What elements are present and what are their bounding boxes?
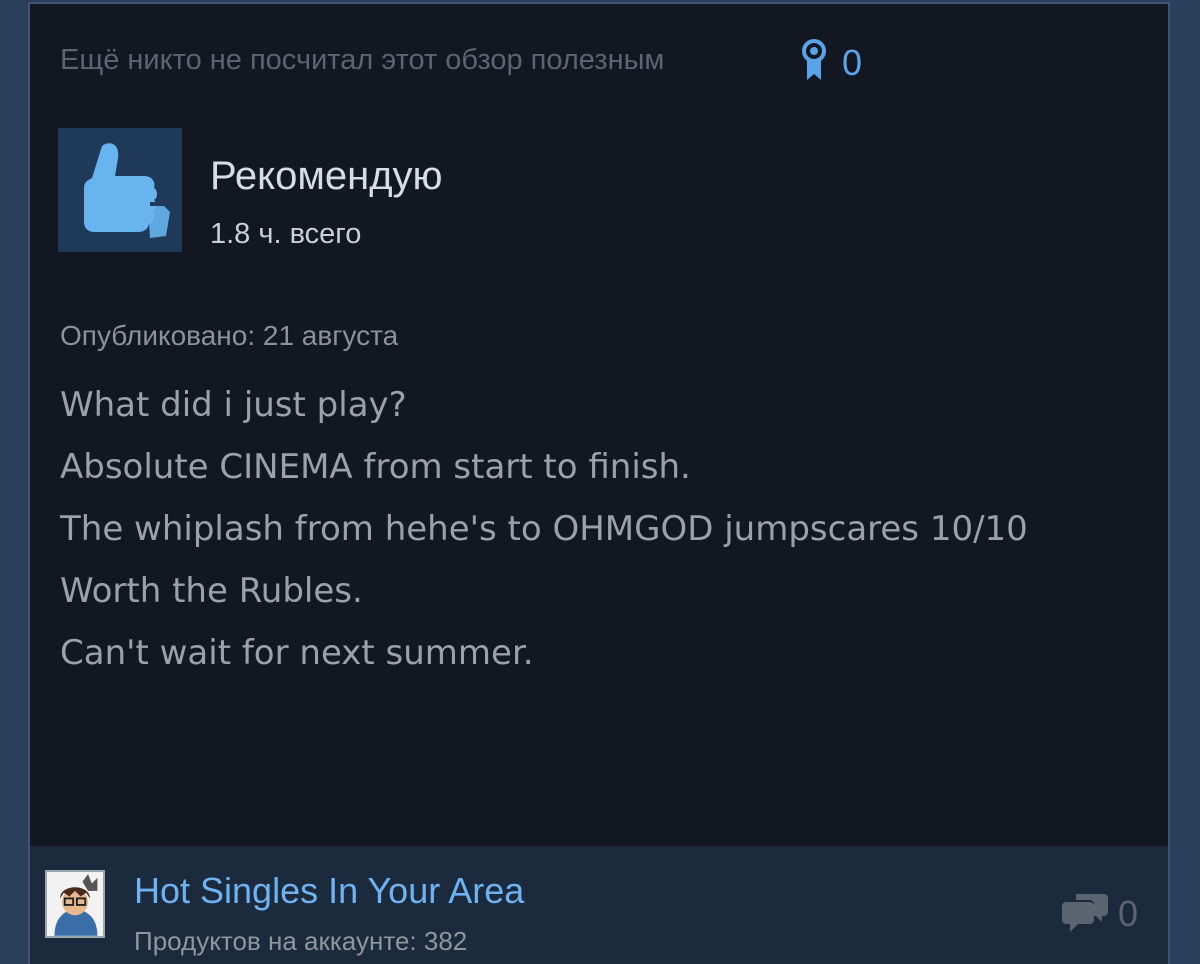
review-line: Can't wait for next summer.: [60, 633, 534, 673]
comment-count: 0: [1118, 892, 1139, 934]
recommendation-verdict: Рекомендую: [210, 154, 443, 198]
author-products-count: Продуктов на аккаунте: 382: [134, 926, 468, 956]
review-line: What did i just play?: [60, 385, 407, 425]
playtime-hours: 1.8 ч. всего: [210, 218, 362, 250]
award-ribbon-icon: [800, 38, 828, 87]
review-line: Absolute CINEMA from start to finish.: [60, 447, 691, 487]
helpful-status: Ещё никто не посчитал этот обзор полезны…: [60, 44, 665, 76]
avatar[interactable]: [45, 870, 105, 938]
author-footer: Hot Singles In Your Area Продуктов на ак…: [28, 846, 1170, 964]
comments-button[interactable]: 0: [1062, 890, 1138, 937]
review-line: The whiplash from hehe's to OHMGOD jumps…: [60, 509, 1028, 549]
review-line: Worth the Rubles.: [60, 571, 363, 611]
comment-bubbles-icon: [1062, 890, 1108, 937]
award-button[interactable]: 0: [800, 38, 862, 87]
review-card: Ещё никто не посчитал этот обзор полезны…: [28, 2, 1170, 964]
thumbs-up-icon: [58, 143, 182, 256]
posted-date: Опубликовано: 21 августа: [60, 320, 399, 351]
award-count: 0: [842, 41, 863, 83]
review-text: What did i just play? Absolute CINEMA fr…: [60, 374, 1028, 684]
recommend-badge: [58, 128, 182, 252]
author-name-link[interactable]: Hot Singles In Your Area: [134, 870, 524, 912]
